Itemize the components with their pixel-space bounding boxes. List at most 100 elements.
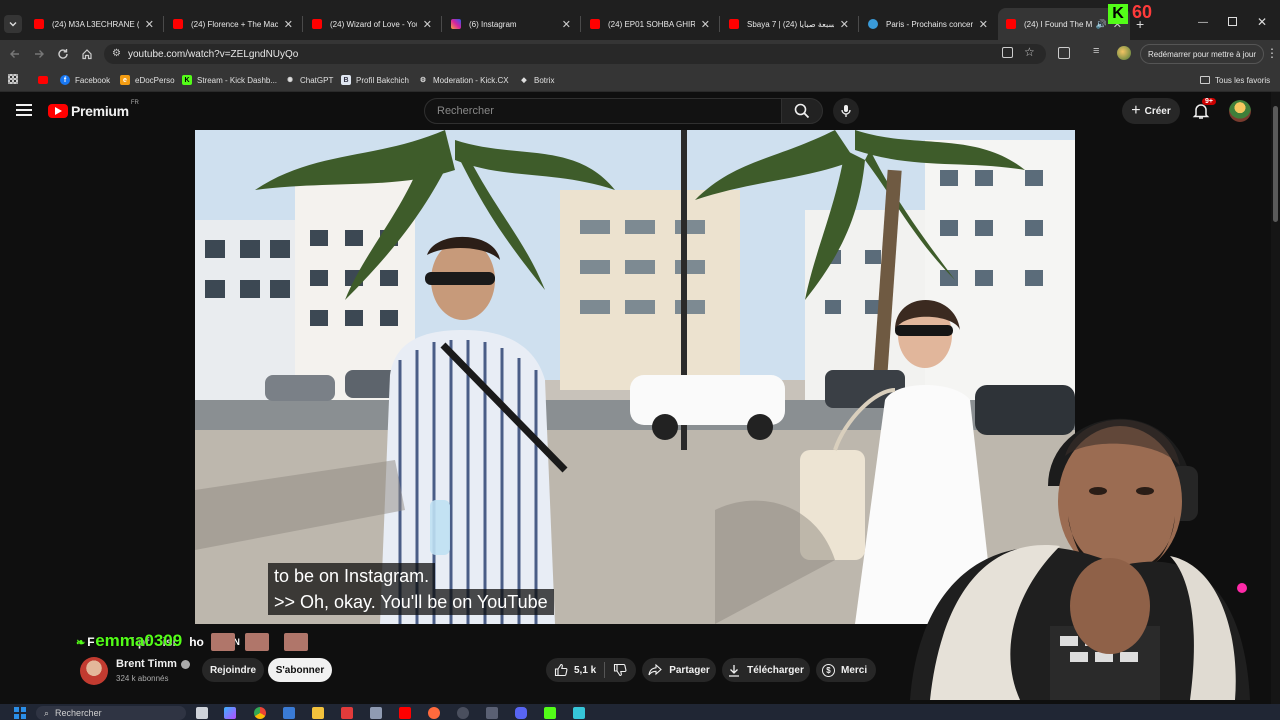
browser-tab[interactable]: Paris - Prochains concerts ✕: [860, 8, 996, 40]
page-scrollbar[interactable]: [1271, 92, 1280, 704]
discord-icon[interactable]: [515, 707, 527, 719]
taskbar-search[interactable]: ⌕ Rechercher: [36, 706, 186, 720]
channel-avatar[interactable]: [80, 657, 108, 685]
close-icon[interactable]: ✕: [284, 18, 293, 31]
url-text: youtube.com/watch?v=ZELgndNUyQo: [128, 48, 299, 60]
close-icon[interactable]: ✕: [701, 18, 710, 31]
bookmark-botrix[interactable]: ◆ Botrix: [519, 72, 554, 88]
youtube-icon[interactable]: [399, 707, 411, 719]
window-restore-button[interactable]: [1228, 17, 1237, 26]
search-button[interactable]: [781, 98, 823, 124]
share-button[interactable]: Partager: [642, 658, 716, 682]
arrow-left-icon: [10, 50, 19, 58]
close-icon[interactable]: ✕: [979, 18, 988, 31]
chrome-icon[interactable]: [254, 707, 266, 719]
window-close-button[interactable]: ✕: [1257, 15, 1267, 29]
youtube-play-icon: [48, 104, 68, 118]
youtube-icon: [173, 19, 183, 29]
media-controls-icon[interactable]: ≡: [1093, 45, 1099, 57]
close-icon[interactable]: ✕: [423, 18, 432, 31]
like-button[interactable]: 5,1 k: [546, 658, 596, 682]
window-minimize-button[interactable]: —: [1198, 17, 1208, 28]
like-dislike-group: 5,1 k: [546, 658, 636, 682]
voice-search-button[interactable]: [833, 98, 859, 124]
tab-title: Sbaya 7 | سبعة صبايا (24): [747, 19, 834, 29]
site-info-icon[interactable]: ⚙: [112, 48, 121, 59]
browser-tab[interactable]: (24) Wizard of Love - You ✕: [304, 8, 440, 40]
windows-start-icon[interactable]: [14, 707, 26, 719]
tab-title: (24) EP01 SOHBA GHIR D: [608, 19, 695, 29]
hamburger-menu-icon[interactable]: [16, 104, 32, 116]
store-icon[interactable]: [283, 707, 295, 719]
channel-name[interactable]: Brent Timm: [116, 658, 190, 670]
bookmark-profil-bakchich[interactable]: B Profil Bakchich: [341, 72, 409, 88]
account-avatar[interactable]: [1229, 100, 1251, 122]
browser-tab[interactable]: Sbaya 7 | سبعة صبايا (24) ✕: [721, 8, 857, 40]
emote-icon: [284, 633, 309, 651]
browser-tab[interactable]: (24) Florence + The Mach ✕: [165, 8, 301, 40]
app-icon[interactable]: [370, 707, 382, 719]
app-icon[interactable]: [341, 707, 353, 719]
thumbs-up-icon: [554, 663, 568, 677]
bookmark-youtube-icon[interactable]: [38, 76, 48, 84]
reload-icon: [58, 49, 68, 59]
speaker-icon[interactable]: 🔊: [1096, 19, 1107, 30]
file-explorer-icon[interactable]: [312, 707, 324, 719]
gear-icon: ⚙: [419, 77, 427, 84]
tab-title: (24) M3A L3ECHRANE (Re: [52, 19, 139, 29]
tab-title: (24) Wizard of Love - You: [330, 19, 417, 29]
bookmark-moderation-kick[interactable]: ⚙ Moderation - Kick.CX: [418, 72, 509, 88]
tab-search-button[interactable]: [4, 15, 22, 33]
task-view-icon[interactable]: [196, 707, 208, 719]
copilot-icon[interactable]: [224, 707, 236, 719]
bookmark-kick-dashboard[interactable]: K Stream - Kick Dashb...: [182, 72, 277, 88]
thanks-button[interactable]: $ Merci: [816, 658, 876, 682]
browser-tab-strip: (24) M3A L3ECHRANE (Re ✕ (24) Florence +…: [0, 0, 1280, 40]
download-button[interactable]: Télécharger: [722, 658, 810, 682]
create-button[interactable]: + Créer: [1122, 98, 1180, 124]
profile-avatar[interactable]: [1117, 46, 1131, 60]
apps-grid-icon[interactable]: [8, 74, 18, 84]
home-button[interactable]: [78, 45, 96, 63]
app-icon[interactable]: [428, 707, 440, 719]
star-icon[interactable]: ☆: [1024, 45, 1035, 59]
tab-title: (24) Florence + The Mach: [191, 19, 278, 29]
close-icon[interactable]: ✕: [562, 18, 571, 31]
search-input[interactable]: Rechercher: [424, 98, 782, 124]
scrollbar-thumb[interactable]: [1273, 106, 1278, 222]
webcam-overlay: [870, 396, 1250, 700]
app-icon[interactable]: [486, 707, 498, 719]
reload-button[interactable]: [54, 45, 72, 63]
forward-button[interactable]: [30, 45, 48, 63]
bookmark-chatgpt[interactable]: ✺ ChatGPT: [285, 72, 333, 88]
extensions-icon[interactable]: [1058, 47, 1070, 59]
browser-menu-icon[interactable]: ⋮: [1266, 46, 1278, 60]
arrow-right-icon: [35, 50, 44, 58]
notifications-button[interactable]: 9+: [1192, 98, 1216, 125]
bookmark-facebook[interactable]: f Facebook: [60, 72, 110, 88]
close-icon[interactable]: ✕: [145, 18, 154, 31]
browser-tab[interactable]: (6) Instagram ✕: [443, 8, 579, 40]
join-button[interactable]: Rejoindre: [202, 658, 264, 682]
all-bookmarks-folder[interactable]: Tous les favoris: [1200, 72, 1270, 88]
install-app-icon[interactable]: [1002, 47, 1013, 58]
address-bar[interactable]: ⚙ youtube.com/watch?v=ZELgndNUyQo ☆: [104, 44, 1046, 64]
subscribe-button[interactable]: S'abonner: [268, 658, 332, 682]
youtube-logo[interactable]: Premium FR: [48, 100, 139, 119]
app-icon[interactable]: [573, 707, 585, 719]
browser-tab[interactable]: (24) EP01 SOHBA GHIR D ✕: [582, 8, 718, 40]
back-button[interactable]: [6, 45, 24, 63]
dislike-button[interactable]: [605, 658, 627, 682]
app-icon[interactable]: [457, 707, 469, 719]
tab-title: (6) Instagram: [469, 19, 517, 29]
restart-to-update-button[interactable]: Redémarrer pour mettre à jour: [1140, 44, 1264, 64]
tab-title: Paris - Prochains concerts: [886, 19, 973, 29]
caption-line: to be on Instagram.: [268, 563, 436, 589]
webcam-feed: [910, 418, 1250, 700]
close-icon[interactable]: ✕: [840, 18, 849, 31]
windows-taskbar: ⌕ Rechercher: [0, 704, 1280, 720]
app-icon[interactable]: [544, 707, 556, 719]
browser-tab[interactable]: (24) M3A L3ECHRANE (Re ✕: [26, 8, 162, 40]
bookmark-edocperso[interactable]: e eDocPerso: [120, 72, 175, 88]
like-count: 5,1 k: [574, 664, 597, 676]
